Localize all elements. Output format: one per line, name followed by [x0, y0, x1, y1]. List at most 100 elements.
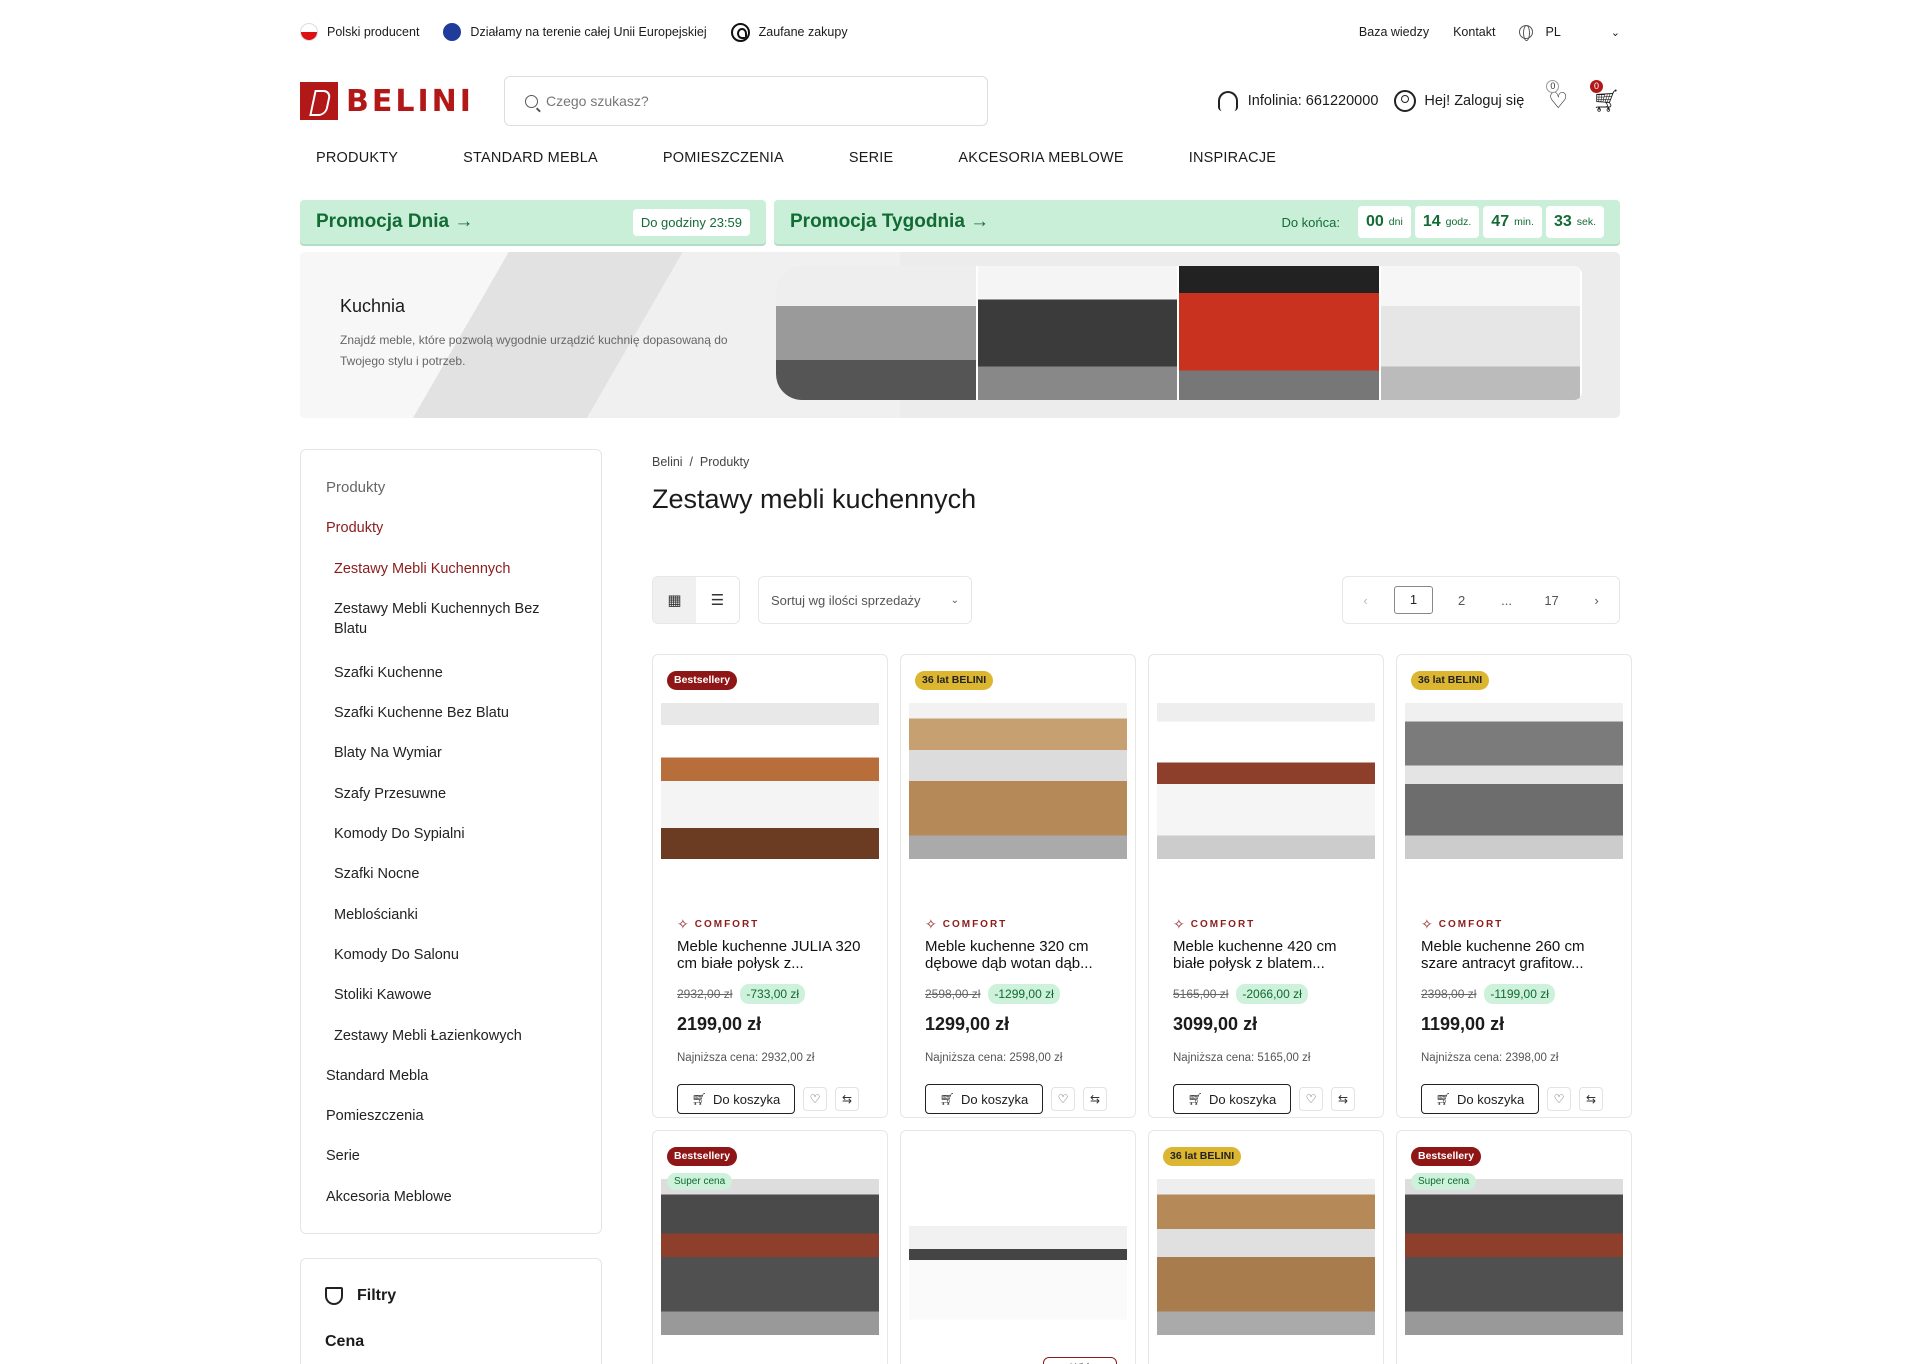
discount-badge: -733,00 zł	[740, 984, 806, 1004]
product-card[interactable]: 36 lat BELINI ✧ COMFORT Meble kuchenne 260 …	[1396, 654, 1632, 1118]
promo-week[interactable]: Promocja Tygodnia → Do końca: 00 dni 14 go…	[774, 200, 1620, 244]
category-sidebar: Produkty Produkty Zestawy Mebli Kuchennyc…	[300, 449, 602, 1234]
product-name[interactable]: Meble kuchenne 260 cm szare antracyt gra…	[1421, 938, 1611, 972]
compare-icon[interactable]: ⇆	[1083, 1087, 1107, 1111]
wishlist-heart-icon[interactable]: ♡	[1051, 1087, 1075, 1111]
list-view-icon[interactable]: ☰	[696, 577, 739, 623]
sidebar-item[interactable]: Standard Mebla	[326, 1066, 576, 1106]
product-name[interactable]: Meble kuchenne 320 cm dębowe dąb wotan d…	[925, 938, 1115, 972]
add-to-cart-button[interactable]: 🛒︎ Do koszyka	[925, 1084, 1043, 1114]
page-2[interactable]: 2	[1439, 593, 1484, 608]
next-page-button[interactable]: ›	[1574, 593, 1619, 608]
infolinia[interactable]: Infolinia: 661220000	[1217, 91, 1379, 111]
sidebar-item[interactable]: Zestawy Mebli Łazienkowych	[326, 1026, 576, 1066]
sidebar-item[interactable]: Blaty Na Wymiar	[326, 743, 576, 783]
nav-serie[interactable]: SERIE	[849, 150, 894, 170]
product-card[interactable]: Bestsellery Super cena	[1396, 1130, 1632, 1364]
page-17[interactable]: 17	[1529, 593, 1574, 608]
product-tag: 36 lat BELINI	[1411, 671, 1490, 690]
countdown-minutes-value: 47	[1491, 213, 1510, 230]
sidebar-item[interactable]: Stoliki Kawowe	[326, 985, 576, 1025]
product-card[interactable]: ▶Wideo	[900, 1130, 1136, 1364]
product-card[interactable]: 36 lat BELINI	[1148, 1130, 1384, 1364]
add-to-cart-button[interactable]: 🛒︎ Do koszyka	[1173, 1084, 1291, 1114]
compare-icon[interactable]: ⇆	[1579, 1087, 1603, 1111]
contact-link[interactable]: Kontakt	[1453, 25, 1495, 39]
sort-select[interactable]: Sortuj wg ilości sprzedaży ⌄	[758, 576, 972, 624]
sidebar-item[interactable]: Akcesoria Meblowe	[326, 1187, 576, 1227]
polish-producer-label: Polski producent	[327, 25, 420, 39]
promo-day[interactable]: Promocja Dnia → Do godziny 23:59	[300, 200, 766, 244]
sidebar-item[interactable]: Serie	[326, 1146, 576, 1186]
language-select[interactable]: PL	[1545, 25, 1560, 39]
product-card[interactable]: Bestsellery ✧ COMFORT Meble kuchenne JULIA …	[652, 654, 888, 1118]
countdown-days-value: 00	[1366, 213, 1384, 230]
nav-standard-mebla[interactable]: STANDARD MEBLA	[463, 150, 598, 170]
page-title: Zestawy mebli kuchennych	[652, 484, 977, 514]
product-actions: 🛒︎ Do koszyka ♡ ⇆	[1173, 1084, 1355, 1114]
infolinia-label: Infolinia: 661220000	[1247, 93, 1379, 109]
product-image[interactable]	[1157, 1179, 1375, 1335]
product-name[interactable]: Meble kuchenne 420 cm białe połysk z bla…	[1173, 938, 1363, 972]
add-to-cart-label: Do koszyka	[1457, 1091, 1525, 1107]
sidebar-item[interactable]: Szafki Kuchenne	[326, 663, 576, 703]
discount-badge: -1299,00 zł	[988, 984, 1060, 1004]
nav-akcesoria[interactable]: AKCESORIA MEBLOWE	[958, 150, 1123, 170]
add-to-cart-button[interactable]: 🛒︎ Do koszyka	[1421, 1084, 1539, 1114]
video-button[interactable]: ▶Wideo	[1043, 1357, 1117, 1364]
sidebar-item[interactable]: Komody Do Sypialni	[326, 824, 576, 864]
compare-icon[interactable]: ⇆	[835, 1087, 859, 1111]
sidebar-item[interactable]: Komody Do Salonu	[326, 945, 576, 985]
page-1[interactable]: 1	[1393, 586, 1434, 614]
nav-inspiracje[interactable]: INSPIRACJE	[1189, 150, 1276, 170]
product-image[interactable]	[1157, 703, 1375, 859]
product-name[interactable]: Meble kuchenne JULIA 320 cm białe połysk…	[677, 938, 867, 972]
lowest-price: Najniższa cena: 5165,00 zł	[1173, 1052, 1311, 1064]
sidebar-item[interactable]: Zestawy Mebli Kuchennych Bez Blatu	[326, 599, 576, 663]
prev-page-button[interactable]: ‹	[1343, 593, 1388, 608]
product-image[interactable]	[1405, 703, 1623, 859]
product-brand-label: COMFORT	[694, 919, 760, 930]
sidebar-item[interactable]: Produkty	[326, 518, 576, 558]
nav-pomieszczenia[interactable]: POMIESZCZENIA	[663, 150, 784, 170]
wishlist-button[interactable]: ♡ 0	[1546, 80, 1568, 112]
countdown-minutes: 47 min.	[1483, 206, 1542, 238]
product-image[interactable]	[661, 1179, 879, 1335]
headset-icon	[1217, 91, 1238, 111]
breadcrumb[interactable]: Belini / Produkty	[652, 455, 749, 469]
sidebar-item[interactable]: Szafy Przesuwne	[326, 784, 576, 824]
product-image[interactable]	[909, 703, 1127, 859]
sidebar-item[interactable]: Meblościanki	[326, 905, 576, 945]
wishlist-heart-icon[interactable]: ♡	[803, 1087, 827, 1111]
login-link[interactable]: Hej! Zaloguj się	[1394, 90, 1524, 112]
chevron-down-icon[interactable]: ⌄	[1611, 26, 1620, 39]
add-to-cart-button[interactable]: 🛒︎ Do koszyka	[677, 1084, 795, 1114]
eu-info-label: Działamy na terenie całej Unii Europejsk…	[470, 25, 707, 39]
nav-produkty[interactable]: PRODUKTY	[316, 150, 398, 170]
comfort-star-icon: ✧	[677, 916, 689, 932]
comfort-star-icon: ✧	[1421, 916, 1433, 932]
price-filter-label[interactable]: Cena	[325, 1333, 577, 1351]
knowledge-base-link[interactable]: Baza wiedzy	[1359, 25, 1429, 39]
belini-logo[interactable]: BELINI	[300, 82, 504, 120]
product-image[interactable]	[909, 1179, 1127, 1335]
sidebar-item[interactable]: Zestawy Mebli Kuchennych	[326, 559, 576, 599]
promo-day-until: Do godziny 23:59	[632, 208, 750, 236]
wishlist-heart-icon[interactable]: ♡	[1547, 1087, 1571, 1111]
search-input[interactable]: Czego szukasz?	[504, 76, 988, 126]
product-card[interactable]: ✧ COMFORT Meble kuchenne 420 cm białe poły…	[1148, 654, 1384, 1118]
product-image[interactable]	[661, 703, 879, 859]
wishlist-heart-icon[interactable]: ♡	[1299, 1087, 1323, 1111]
promo-bar: Promocja Dnia → Do godziny 23:59 Promocj…	[300, 200, 1620, 244]
product-image[interactable]	[1405, 1179, 1623, 1335]
cart-button[interactable]: 🛒︎ 0	[1590, 80, 1620, 112]
compare-icon[interactable]: ⇆	[1331, 1087, 1355, 1111]
sidebar-item[interactable]: Szafki Nocne	[326, 864, 576, 904]
filters-title[interactable]: Filtry	[325, 1287, 577, 1305]
grid-view-icon[interactable]: ▦	[653, 577, 696, 623]
main-nav: PRODUKTY STANDARD MEBLA POMIESZCZENIA SE…	[300, 150, 1620, 170]
product-card[interactable]: Bestsellery Super cena	[652, 1130, 888, 1364]
product-card[interactable]: 36 lat BELINI ✧ COMFORT Meble kuchenne 320 …	[900, 654, 1136, 1118]
sidebar-item[interactable]: Szafki Kuchenne Bez Blatu	[326, 703, 576, 743]
sidebar-item[interactable]: Pomieszczenia	[326, 1106, 576, 1146]
